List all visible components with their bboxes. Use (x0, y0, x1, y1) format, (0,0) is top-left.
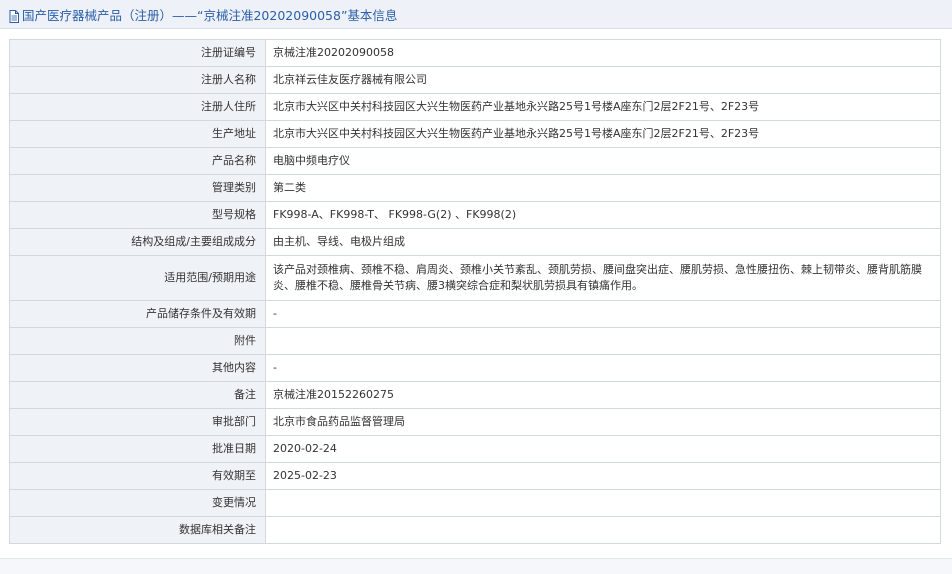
row-label: 注册人名称 (9, 66, 266, 94)
row-label: 管理类别 (9, 174, 266, 202)
row-label: 变更情况 (9, 489, 266, 517)
row-value: 电脑中频电疗仪 (265, 147, 941, 175)
row-attachment: 附件 (9, 327, 941, 355)
row-value: FK998-A、FK998-T、 FK998-G(2) 、FK998(2) (265, 201, 941, 229)
row-value: 第二类 (265, 174, 941, 202)
row-label: 备注 (9, 381, 266, 409)
row-management-class: 管理类别 第二类 (9, 174, 941, 202)
row-other-content: 其他内容 - (9, 354, 941, 382)
row-database-remarks: 数据库相关备注 (9, 516, 941, 544)
row-label: 审批部门 (9, 408, 266, 436)
row-intended-use: 适用范围/预期用途 该产品对颈椎病、颈椎不稳、肩周炎、颈椎小关节紊乱、颈肌劳损、… (9, 255, 941, 301)
row-label: 型号规格 (9, 201, 266, 229)
row-label: 适用范围/预期用途 (9, 255, 266, 301)
row-value: 京械注准20202090058 (265, 39, 941, 67)
row-product-name: 产品名称 电脑中频电疗仪 (9, 147, 941, 175)
row-approval-date: 批准日期 2020-02-24 (9, 435, 941, 463)
row-value: 2020-02-24 (265, 435, 941, 463)
row-valid-until: 有效期至 2025-02-23 (9, 462, 941, 490)
row-value: 京械注准20152260275 (265, 381, 941, 409)
row-storage-validity: 产品储存条件及有效期 - (9, 300, 941, 328)
row-remarks: 备注 京械注准20152260275 (9, 381, 941, 409)
row-approval-department: 审批部门 北京市食品药品监督管理局 (9, 408, 941, 436)
row-registration-number: 注册证编号 京械注准20202090058 (9, 39, 941, 67)
row-value: 北京市大兴区中关村科技园区大兴生物医药产业基地永兴路25号1号楼A座东门2层2F… (265, 93, 941, 121)
row-label: 生产地址 (9, 120, 266, 148)
row-label: 结构及组成/主要组成成分 (9, 228, 266, 256)
document-icon (9, 8, 19, 23)
row-label: 批准日期 (9, 435, 266, 463)
row-value: - (265, 300, 941, 328)
row-registrant-name: 注册人名称 北京祥云佳友医疗器械有限公司 (9, 66, 941, 94)
row-value (265, 516, 941, 544)
row-value: 2025-02-23 (265, 462, 941, 490)
row-value: 北京祥云佳友医疗器械有限公司 (265, 66, 941, 94)
detail-table: 注册证编号 京械注准20202090058 注册人名称 北京祥云佳友医疗器械有限… (9, 39, 941, 544)
row-label: 产品储存条件及有效期 (9, 300, 266, 328)
row-label: 数据库相关备注 (9, 516, 266, 544)
row-label: 产品名称 (9, 147, 266, 175)
row-label: 注册人住所 (9, 93, 266, 121)
row-label: 其他内容 (9, 354, 266, 382)
row-label: 有效期至 (9, 462, 266, 490)
page-bottom-edge (0, 558, 952, 574)
row-value: 该产品对颈椎病、颈椎不稳、肩周炎、颈椎小关节紊乱、颈肌劳损、腰间盘突出症、腰肌劳… (265, 255, 941, 301)
row-label: 注册证编号 (9, 39, 266, 67)
title-bar: 国产医疗器械产品（注册）——“京械注准20202090058”基本信息 (0, 0, 952, 29)
row-label: 附件 (9, 327, 266, 355)
row-value: 由主机、导线、电极片组成 (265, 228, 941, 256)
row-registrant-address: 注册人住所 北京市大兴区中关村科技园区大兴生物医药产业基地永兴路25号1号楼A座… (9, 93, 941, 121)
row-value: 北京市食品药品监督管理局 (265, 408, 941, 436)
row-value: - (265, 354, 941, 382)
row-value (265, 489, 941, 517)
row-change-history: 变更情况 (9, 489, 941, 517)
row-structure-composition: 结构及组成/主要组成成分 由主机、导线、电极片组成 (9, 228, 941, 256)
row-value (265, 327, 941, 355)
row-value: 北京市大兴区中关村科技园区大兴生物医药产业基地永兴路25号1号楼A座东门2层2F… (265, 120, 941, 148)
page-title: 国产医疗器械产品（注册）——“京械注准20202090058”基本信息 (22, 7, 398, 23)
row-model-spec: 型号规格 FK998-A、FK998-T、 FK998-G(2) 、FK998(… (9, 201, 941, 229)
row-production-address: 生产地址 北京市大兴区中关村科技园区大兴生物医药产业基地永兴路25号1号楼A座东… (9, 120, 941, 148)
